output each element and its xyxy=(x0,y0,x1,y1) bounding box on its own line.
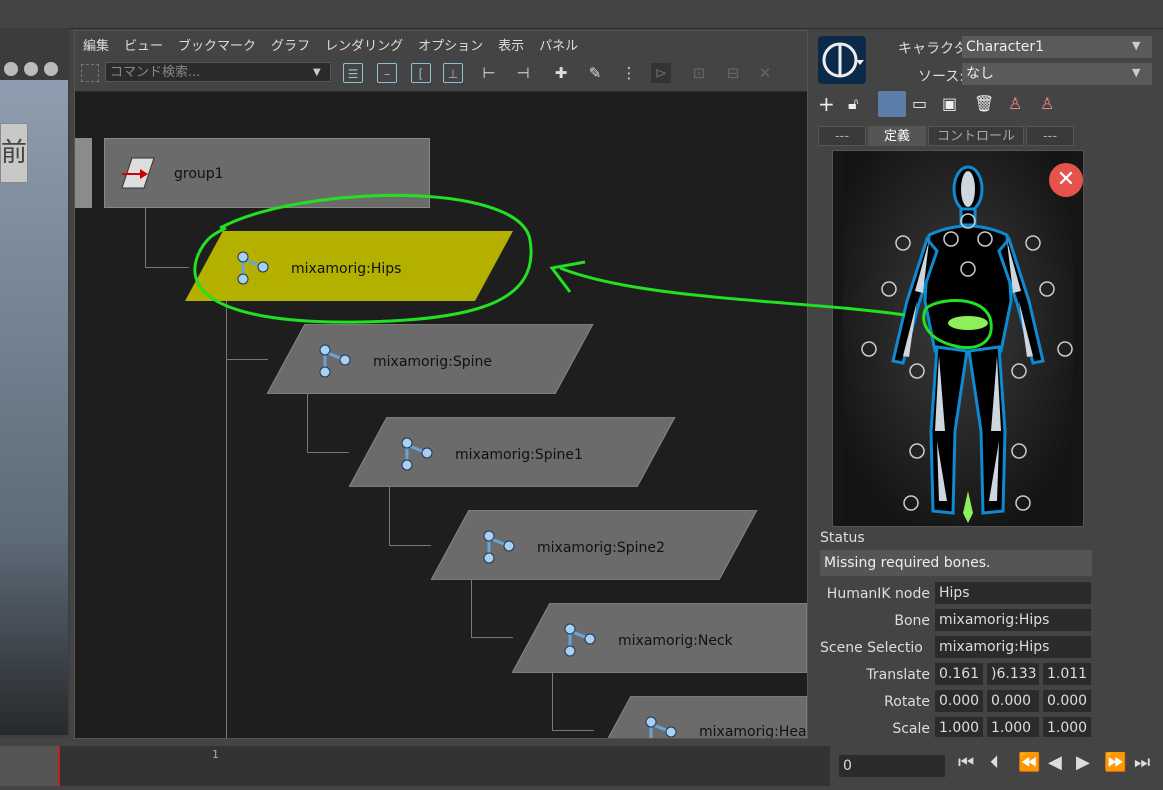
time-slider[interactable] xyxy=(58,746,830,786)
timeline: 1 0 ⏮ ⏴ ⏪ ◀ ▶ ⏩ ⏭ xyxy=(0,742,1163,790)
go-to-start-icon[interactable]: ⏮ xyxy=(958,752,974,773)
step-back-key-icon[interactable]: ⏴ xyxy=(990,752,999,773)
annotation-overlay xyxy=(193,193,993,349)
step-forward-frame-icon[interactable]: ⏩ xyxy=(1104,752,1126,773)
timeline-start xyxy=(0,746,58,786)
go-to-end-icon[interactable]: ⏭ xyxy=(1134,752,1150,773)
current-frame-field[interactable]: 0 xyxy=(838,754,946,778)
step-back-frame-icon[interactable]: ⏪ xyxy=(1018,752,1040,773)
play-backward-icon[interactable]: ◀ xyxy=(1048,752,1062,773)
play-forward-icon[interactable]: ▶ xyxy=(1076,752,1090,773)
frame-tick-label: 1 xyxy=(212,748,219,761)
